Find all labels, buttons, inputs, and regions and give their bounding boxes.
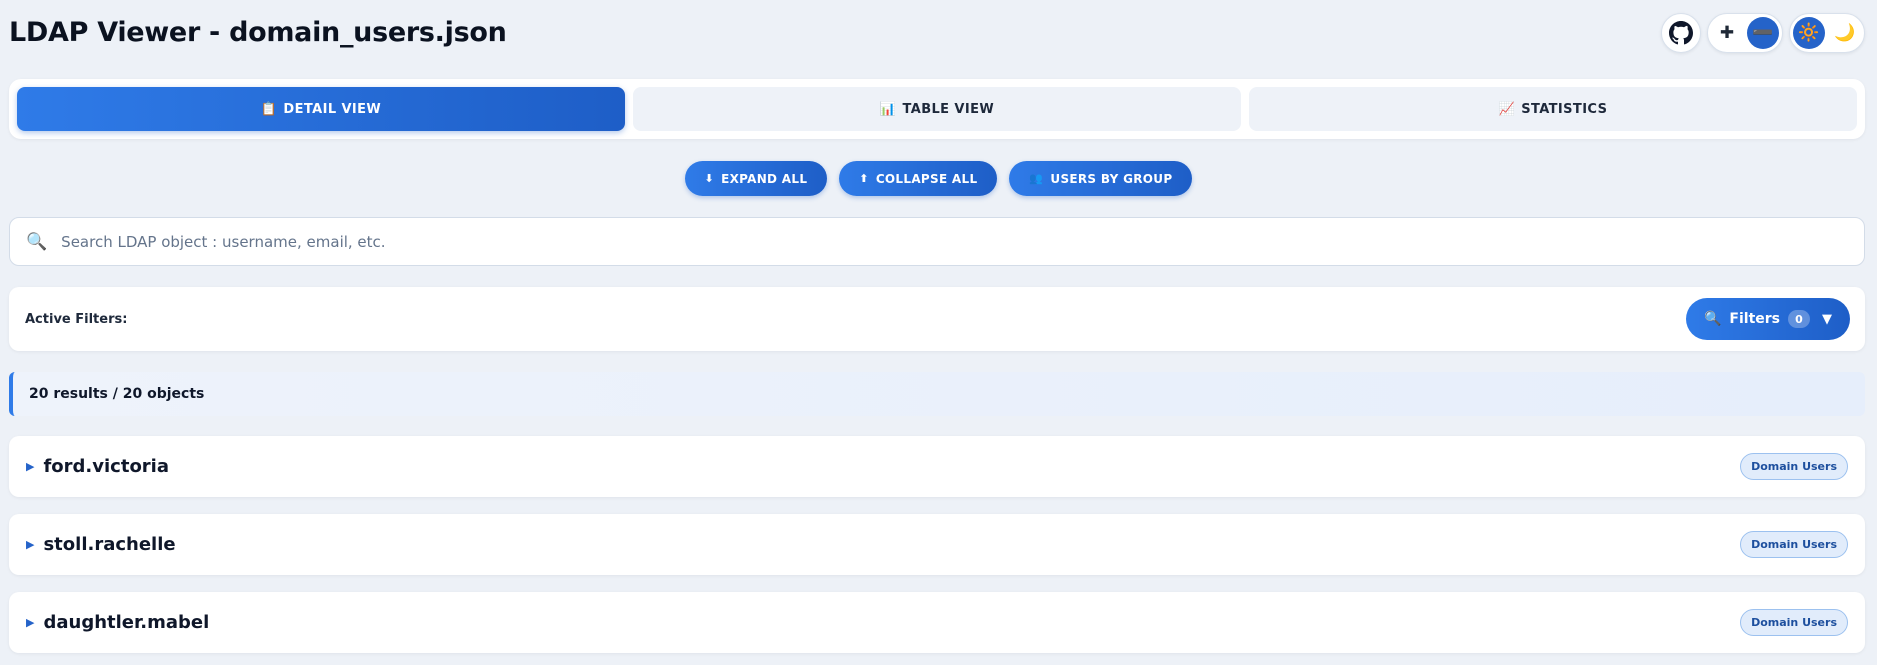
filters-button-label: Filters: [1729, 311, 1780, 327]
header-controls: ✚ ➖ 🔆 🌙: [1661, 13, 1865, 53]
filters-button[interactable]: 🔍 Filters 0 ▼: [1685, 298, 1850, 340]
sun-icon: 🔆: [1798, 23, 1820, 43]
users-icon: 👥: [1029, 172, 1044, 185]
zoom-out-button[interactable]: ➖: [1747, 17, 1779, 49]
row-header: ▶ daughtler.mabel: [26, 612, 209, 633]
page-title: LDAP Viewer - domain_users.json: [9, 16, 507, 48]
collapse-all-label: COLLAPSE ALL: [875, 171, 978, 186]
search-bar: 🔍: [9, 217, 1865, 266]
results-summary: 20 results / 20 objects: [9, 372, 1865, 416]
filters-count-badge: 0: [1788, 310, 1810, 328]
tab-statistics[interactable]: 📈 STATISTICS: [1249, 87, 1857, 131]
expand-all-label: EXPAND ALL: [721, 171, 808, 186]
github-button[interactable]: [1661, 13, 1701, 53]
group-badge: Domain Users: [1740, 453, 1848, 480]
object-name: stoll.rachelle: [43, 534, 176, 555]
active-filters-label: Active Filters:: [25, 311, 128, 327]
expand-caret-icon[interactable]: ▶: [26, 538, 34, 551]
row-header: ▶ stoll.rachelle: [26, 534, 176, 555]
collapse-all-button[interactable]: ⬆ COLLAPSE ALL: [839, 161, 998, 196]
trend-chart-icon: 📈: [1498, 101, 1516, 117]
plus-icon: ✚: [1719, 23, 1735, 43]
expand-caret-icon[interactable]: ▶: [26, 460, 34, 473]
list-item[interactable]: ▶ stoll.rachelle Domain Users: [9, 514, 1865, 575]
zoom-in-button[interactable]: ✚: [1711, 17, 1743, 49]
users-by-group-button[interactable]: 👥 USERS BY GROUP: [1009, 161, 1193, 196]
github-icon: [1669, 21, 1693, 45]
tab-label: TABLE VIEW: [902, 101, 995, 117]
tab-label: STATISTICS: [1521, 101, 1608, 117]
filters-panel: Active Filters: 🔍 Filters 0 ▼: [9, 287, 1865, 351]
list-item[interactable]: ▶ ford.victoria Domain Users: [9, 436, 1865, 497]
dark-mode-button[interactable]: 🌙: [1829, 17, 1861, 49]
row-header: ▶ ford.victoria: [26, 456, 169, 477]
minus-icon: ➖: [1752, 23, 1774, 43]
action-toolbar: ⬇ EXPAND ALL ⬆ COLLAPSE ALL 👥 USERS BY G…: [0, 161, 1877, 196]
light-mode-button[interactable]: 🔆: [1793, 17, 1825, 49]
clipboard-icon: 📋: [260, 101, 278, 117]
group-badge: Domain Users: [1740, 531, 1848, 558]
object-name: ford.victoria: [43, 456, 170, 477]
expand-all-button[interactable]: ⬇ EXPAND ALL: [684, 161, 828, 196]
ldap-object-list: ▶ ford.victoria Domain Users ▶ stoll.rac…: [9, 436, 1865, 665]
expand-caret-icon[interactable]: ▶: [26, 616, 34, 629]
search-input[interactable]: [61, 232, 1864, 251]
tab-label: DETAIL VIEW: [283, 101, 382, 117]
chevron-down-icon: ▼: [1822, 311, 1832, 327]
arrow-up-icon: ⬆: [859, 172, 869, 185]
app-header: LDAP Viewer - domain_users.json ✚ ➖ 🔆 🌙: [9, 0, 1869, 66]
zoom-controls: ✚ ➖: [1707, 13, 1783, 53]
view-tabs: 📋 DETAIL VIEW 📊 TABLE VIEW 📈 STATISTICS: [9, 79, 1865, 139]
tab-detail-view[interactable]: 📋 DETAIL VIEW: [17, 87, 625, 131]
moon-icon: 🌙: [1834, 23, 1856, 43]
tab-table-view[interactable]: 📊 TABLE VIEW: [633, 87, 1241, 131]
theme-toggle: 🔆 🌙: [1789, 13, 1865, 53]
search-icon: 🔍: [1703, 311, 1722, 327]
list-item[interactable]: ▶ daughtler.mabel Domain Users: [9, 592, 1865, 653]
object-name: daughtler.mabel: [43, 612, 210, 633]
arrow-down-icon: ⬇: [704, 172, 715, 185]
bar-chart-icon: 📊: [879, 101, 897, 117]
users-by-group-label: USERS BY GROUP: [1050, 171, 1173, 186]
search-icon: 🔍: [26, 231, 48, 252]
group-badge: Domain Users: [1740, 609, 1848, 636]
